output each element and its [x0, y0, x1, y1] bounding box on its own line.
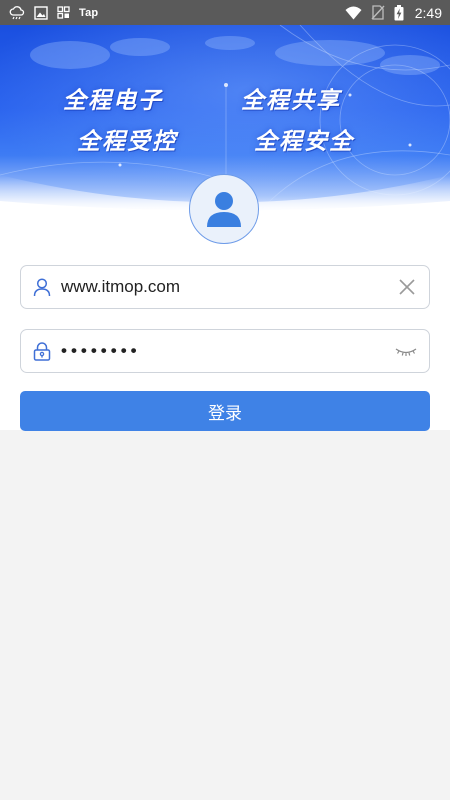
wifi-icon [345, 6, 362, 19]
password-field[interactable]: •••••••• [20, 329, 430, 373]
image-icon [34, 5, 48, 20]
login-button[interactable]: 登录 [20, 391, 430, 431]
avatar [189, 174, 259, 244]
slogan-2: 全程共享 [241, 88, 341, 114]
username-field[interactable]: www.itmop.com [20, 265, 430, 309]
username-input[interactable]: www.itmop.com [61, 266, 397, 308]
eye-closed-icon[interactable] [395, 341, 417, 361]
clear-icon[interactable] [397, 277, 417, 297]
status-bar: Tap 2:49 [0, 0, 450, 25]
lock-icon [33, 342, 51, 361]
status-bar-left: Tap [9, 5, 99, 20]
status-app-label: Tap [79, 6, 99, 19]
avatar-person-icon [207, 192, 241, 227]
status-bar-right: 2:49 [345, 4, 442, 21]
password-input[interactable]: •••••••• [61, 330, 395, 372]
user-icon [33, 278, 51, 297]
slogan-3: 全程受控 [77, 129, 177, 155]
slogan-1: 全程电子 [63, 88, 163, 114]
page-background [0, 430, 450, 800]
status-time: 2:49 [414, 4, 442, 21]
grid-app-icon [57, 6, 70, 19]
slogan-4: 全程安全 [254, 129, 354, 155]
no-sim-icon [371, 5, 385, 20]
weather-cloud-icon [9, 5, 25, 19]
battery-charging-icon [394, 4, 404, 20]
